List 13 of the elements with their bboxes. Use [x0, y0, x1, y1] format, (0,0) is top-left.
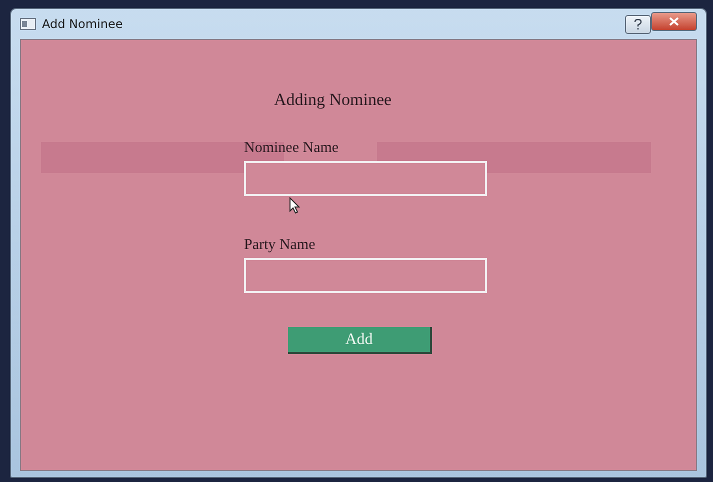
help-icon — [634, 18, 642, 30]
input-field[interactable] — [244, 258, 487, 293]
form-heading: Adding Nominee — [274, 90, 392, 110]
close-button[interactable] — [651, 12, 697, 30]
close-icon — [669, 16, 679, 26]
input-field[interactable] — [244, 161, 487, 196]
help-button[interactable] — [625, 14, 651, 34]
cursor-icon — [289, 197, 301, 214]
window-title: Add Nominee — [42, 17, 123, 31]
field-label: Nominee Name — [244, 140, 340, 157]
field-label: Party Name — [244, 237, 316, 254]
window-icon — [20, 18, 36, 30]
add-button[interactable]: Add — [288, 327, 432, 354]
